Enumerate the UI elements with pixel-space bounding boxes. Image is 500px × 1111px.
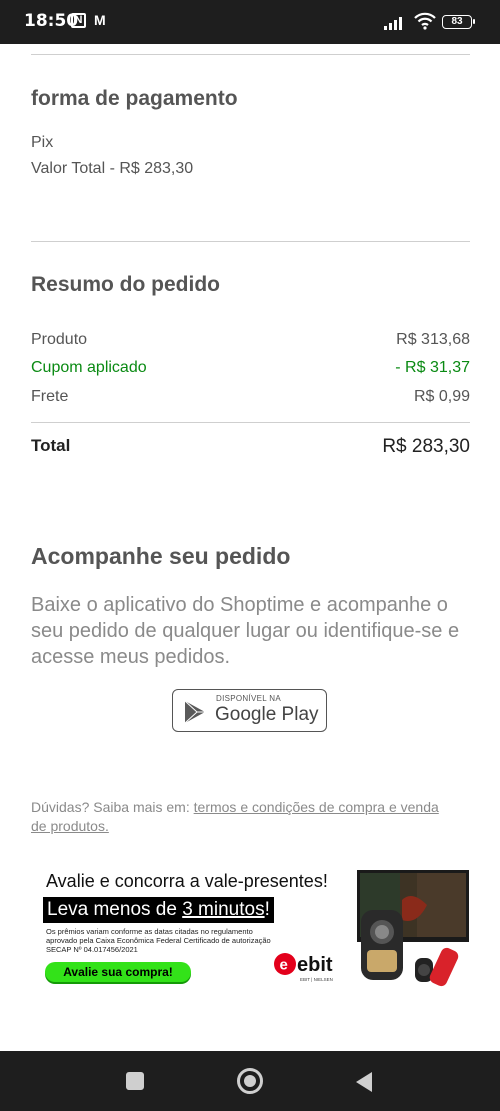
signal-icon (384, 17, 402, 30)
payment-title: forma de pagamento (31, 87, 238, 110)
nfc-icon: N (71, 13, 86, 28)
svg-text:e: e (280, 957, 288, 974)
ebit-logo: e ebit EBIT | NIELSEN (274, 953, 333, 982)
row-value: R$ 313,68 (396, 331, 470, 348)
subline-emph: 3 minutos (182, 899, 265, 920)
help-text: Dúvidas? Saiba mais em: termos e condiçõ… (31, 798, 451, 836)
divider (31, 54, 470, 55)
help-prefix: Dúvidas? Saiba mais em: (31, 799, 194, 815)
divider (31, 241, 470, 242)
wifi-icon (414, 12, 436, 30)
row-label: Produto (31, 331, 88, 348)
payment-total: Valor Total - R$ 283,30 (31, 160, 194, 177)
total-value: R$ 283,30 (382, 436, 470, 457)
ebit-banner[interactable]: Avalie e concorra a vale-presentes! Leva… (31, 864, 471, 994)
banner-subline: Leva menos de 3 minutos! (43, 897, 274, 923)
navigation-bar (0, 1051, 500, 1111)
ebit-subtext: EBIT | NIELSEN (300, 977, 333, 982)
row-label: Cupom aplicado (31, 359, 147, 376)
divider (31, 422, 470, 423)
back-icon[interactable] (354, 1071, 374, 1093)
summary-title: Resumo do pedido (31, 273, 220, 296)
subline-suffix: ! (264, 899, 270, 920)
row-value: R$ 0,99 (413, 388, 470, 405)
recents-icon[interactable] (126, 1072, 144, 1090)
ebit-text: ebit (297, 954, 333, 976)
track-text: Baixe o aplicativo do Shoptime e acompan… (31, 594, 460, 668)
banner-headline: Avalie e concorra a vale-presentes! (46, 871, 328, 891)
row-value: - R$ 31,37 (395, 359, 470, 376)
banner-fine-print: Os prêmios variam conforme as datas cita… (46, 927, 271, 954)
clock: 18:50 (24, 11, 79, 31)
badge-small-text: DISPONÍVEL NA (216, 694, 281, 703)
rate-purchase-button[interactable]: Avalie sua compra! (45, 962, 191, 982)
mail-icon: M (94, 12, 106, 28)
subline-prefix: Leva menos de (47, 899, 183, 920)
battery-icon: 83 (442, 15, 475, 29)
google-play-icon (184, 700, 205, 724)
total-label: Total (31, 436, 71, 455)
payment-method: Pix (31, 134, 54, 151)
home-icon[interactable] (237, 1068, 263, 1094)
track-title: Acompanhe seu pedido (31, 543, 291, 569)
status-bar: 18:50 N M 83 (0, 0, 500, 44)
row-label: Frete (31, 388, 69, 405)
google-play-badge[interactable]: DISPONÍVEL NA Google Play (172, 689, 327, 732)
products-image (357, 870, 469, 987)
badge-big-text: Google Play (215, 704, 319, 725)
